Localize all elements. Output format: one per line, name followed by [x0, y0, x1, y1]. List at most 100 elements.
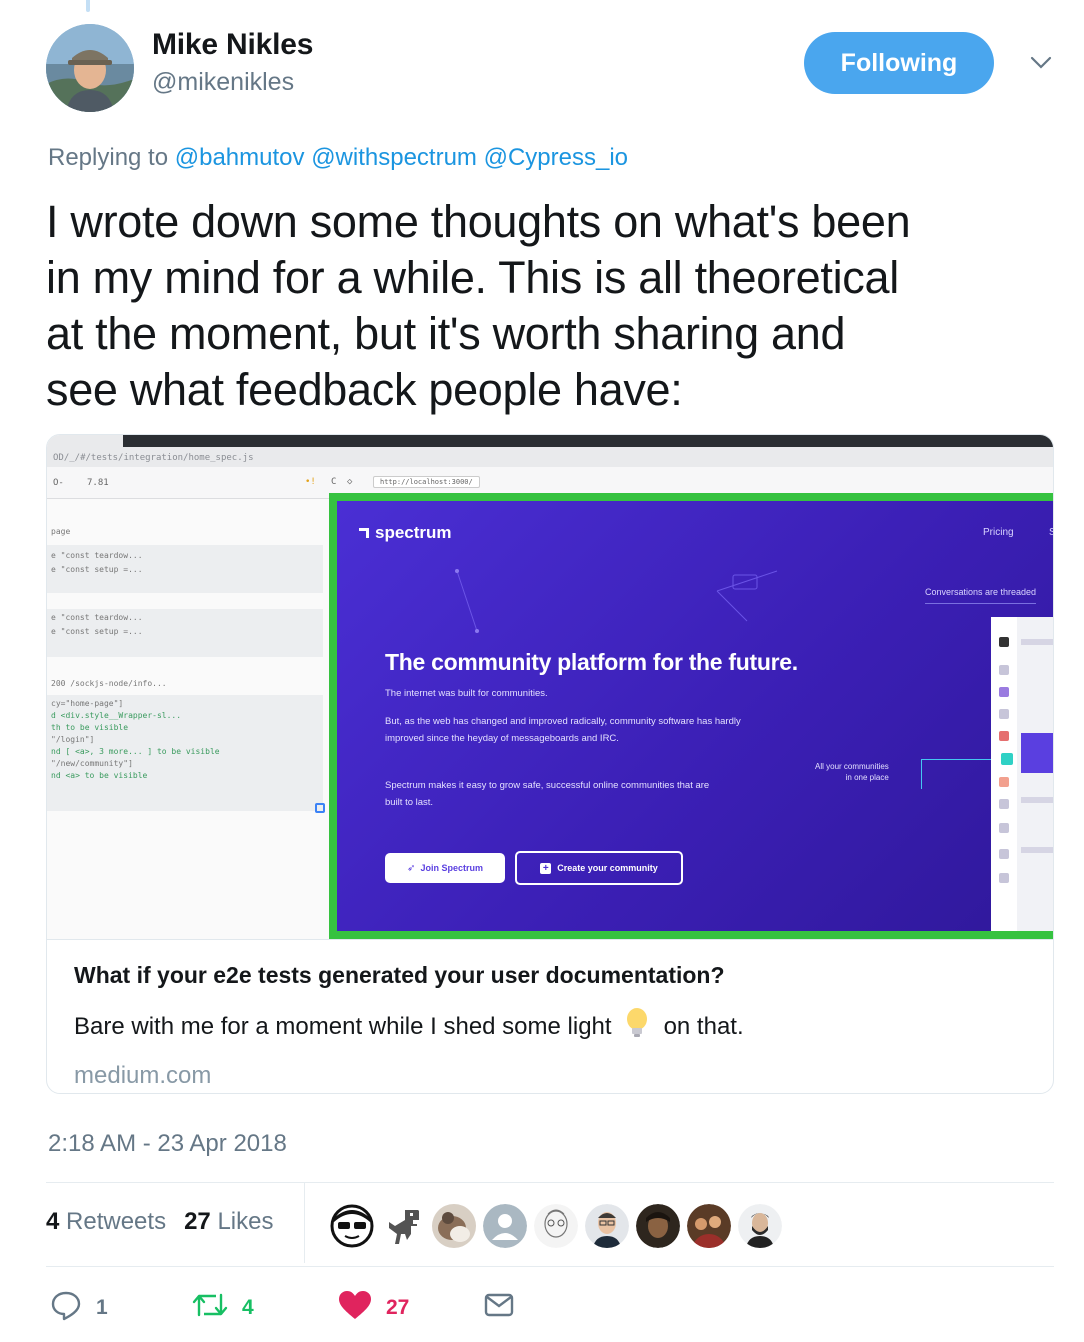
retweet-count: 4 — [242, 1296, 254, 1319]
card-domain: medium.com — [74, 1062, 212, 1089]
mockup-icon — [999, 637, 1009, 647]
mockup-icon — [999, 849, 1009, 859]
threaded-tag: Conversations are threaded — [925, 587, 1037, 604]
mockup-row — [1021, 847, 1053, 853]
likers-avatars — [330, 1204, 782, 1248]
tweet-text-line: at the moment, but it's worth sharing an… — [46, 308, 846, 359]
retweets-count: 4 — [46, 1208, 60, 1235]
nav-truncated: S — [1049, 527, 1053, 538]
replying-to-label: Replying to — [48, 144, 169, 171]
stats-separator — [304, 1183, 305, 1263]
mockup-icon — [999, 731, 1009, 741]
card-image[interactable]: OD/_/#/tests/integration/home_spec.js O-… — [47, 435, 1053, 939]
spectrum-brand-label: spectrum — [375, 523, 452, 542]
command-group: cy="home-page"] d <div.style__Wrapper-sl… — [47, 695, 323, 811]
mockup-icon — [999, 665, 1009, 675]
mention-link[interactable]: @Cypress_io — [484, 144, 628, 171]
runner-controls-icon: O- — [53, 478, 64, 488]
command-log-label: page — [51, 527, 71, 536]
mockup-icon — [999, 823, 1009, 833]
cat-photo-avatar[interactable] — [432, 1204, 476, 1248]
callout-text: All your communities in one place — [815, 761, 889, 783]
spec-path-text: OD/_/#/tests/integration/home_spec.js — [53, 453, 254, 463]
mockup-highlight — [1021, 733, 1053, 773]
mention-link[interactable]: @bahmutov — [175, 144, 305, 171]
link-preview-card[interactable]: OD/_/#/tests/integration/home_spec.js O-… — [46, 434, 1054, 1094]
command-line: th to be visible — [51, 723, 129, 732]
reload-icon: C — [331, 477, 337, 487]
browser-tab-bar: OD/_/#/tests/integration/home_spec.js — [47, 435, 1053, 467]
card-description: Bare with me for a moment while I shed s… — [74, 1007, 1029, 1046]
mention-link[interactable]: @withspectrum — [311, 144, 477, 171]
card-title[interactable]: What if your e2e tests generated your us… — [74, 962, 1029, 989]
create-community-label: Create your community — [557, 863, 658, 873]
rocket-icon: ➶ — [407, 862, 416, 874]
command-line: cy="home-page"] — [51, 699, 124, 708]
app-mockup — [991, 617, 1053, 931]
card-description-text: Bare with me for a moment while I shed s… — [74, 1012, 612, 1040]
create-community-button: + Create your community — [515, 851, 683, 885]
join-spectrum-button: ➶ Join Spectrum — [385, 853, 505, 883]
command-line: e "const setup =... — [51, 627, 143, 636]
mockup-icon — [999, 687, 1009, 697]
card-body[interactable]: What if your e2e tests generated your us… — [47, 939, 1053, 1093]
like-count: 27 — [386, 1296, 410, 1319]
command-line: nd [ <a>, 3 more... ] to be visible — [51, 747, 220, 756]
tweet-text-line: I wrote down some thoughts on what's bee… — [46, 196, 911, 247]
command-line: e "const teardow... — [51, 551, 143, 560]
tweet-actions: 1 4 27 — [50, 1290, 550, 1326]
reply-icon — [50, 1289, 82, 1327]
tweet-header: Mike Nikles @mikenikles Following — [46, 24, 1056, 112]
callout-connector — [921, 759, 922, 789]
command-line: e "const teardow... — [51, 613, 143, 622]
tweet-text-line: see what feedback people have: — [46, 364, 683, 415]
author-display-name[interactable]: Mike Nikles — [152, 28, 313, 62]
status-dot-icon: •! — [305, 477, 316, 487]
default-avatar[interactable] — [483, 1204, 527, 1248]
tweet-text-line: in my mind for a while. This is all theo… — [46, 252, 899, 303]
tweet-timestamp[interactable]: 2:18 AM - 23 Apr 2018 — [48, 1130, 287, 1158]
mockup-row — [1021, 639, 1053, 645]
group-photo-avatar[interactable] — [687, 1204, 731, 1248]
author-names: Mike Nikles @mikenikles — [152, 28, 313, 97]
command-group: e "const teardow... e "const setup =... — [47, 545, 323, 593]
mockup-row — [1021, 797, 1053, 803]
following-button[interactable]: Following — [804, 32, 994, 94]
card-description-text: on that. — [663, 1012, 744, 1040]
command-line: "/new/community"] — [51, 759, 133, 768]
callout-line: All your communities — [815, 762, 889, 771]
dinosaur-avatar[interactable] — [381, 1204, 425, 1248]
retweets-label: Retweets — [66, 1208, 167, 1235]
selector-icon: ◇ — [347, 477, 353, 487]
mockup-icon — [999, 777, 1009, 787]
author-avatar[interactable] — [46, 24, 134, 112]
divider — [46, 1266, 1054, 1267]
address-bar: http://localhost:3000/ — [373, 476, 480, 488]
mockup-sidebar — [991, 617, 1017, 931]
reply-count: 1 — [96, 1296, 108, 1319]
retweets-stat[interactable]: 4 Retweets — [46, 1208, 166, 1236]
spectrum-landing-page: spectrum Pricing S Conversations are thr… — [337, 501, 1053, 931]
app-preview-frame: spectrum Pricing S Conversations are thr… — [329, 493, 1053, 939]
plus-icon: + — [540, 862, 552, 874]
browser-dark-bar — [123, 435, 1053, 447]
like-button[interactable]: 27 — [338, 1290, 409, 1326]
reply-button[interactable]: 1 — [50, 1290, 108, 1326]
sketch-portrait-avatar[interactable] — [534, 1204, 578, 1248]
chevron-down-icon[interactable] — [1028, 50, 1054, 76]
lightbulb-icon — [624, 1007, 650, 1046]
constellation-decoration — [455, 569, 778, 633]
likes-stat[interactable]: 27 Likes — [184, 1208, 273, 1236]
dark-photo-avatar[interactable] — [636, 1204, 680, 1248]
xhr-line: 200 /sockjs-node/info... — [51, 679, 167, 688]
man-glasses-avatar[interactable] — [585, 1204, 629, 1248]
likes-label: Likes — [217, 1208, 274, 1235]
retweet-button[interactable]: 4 — [192, 1290, 254, 1326]
retweet-icon — [192, 1291, 228, 1325]
direct-message-button[interactable] — [484, 1290, 514, 1326]
command-line: e "const setup =... — [51, 565, 143, 574]
author-handle[interactable]: @mikenikles — [152, 68, 313, 97]
divider — [46, 1182, 1054, 1183]
bearded-man-avatar[interactable] — [738, 1204, 782, 1248]
sunglasses-face-avatar[interactable] — [330, 1204, 374, 1248]
